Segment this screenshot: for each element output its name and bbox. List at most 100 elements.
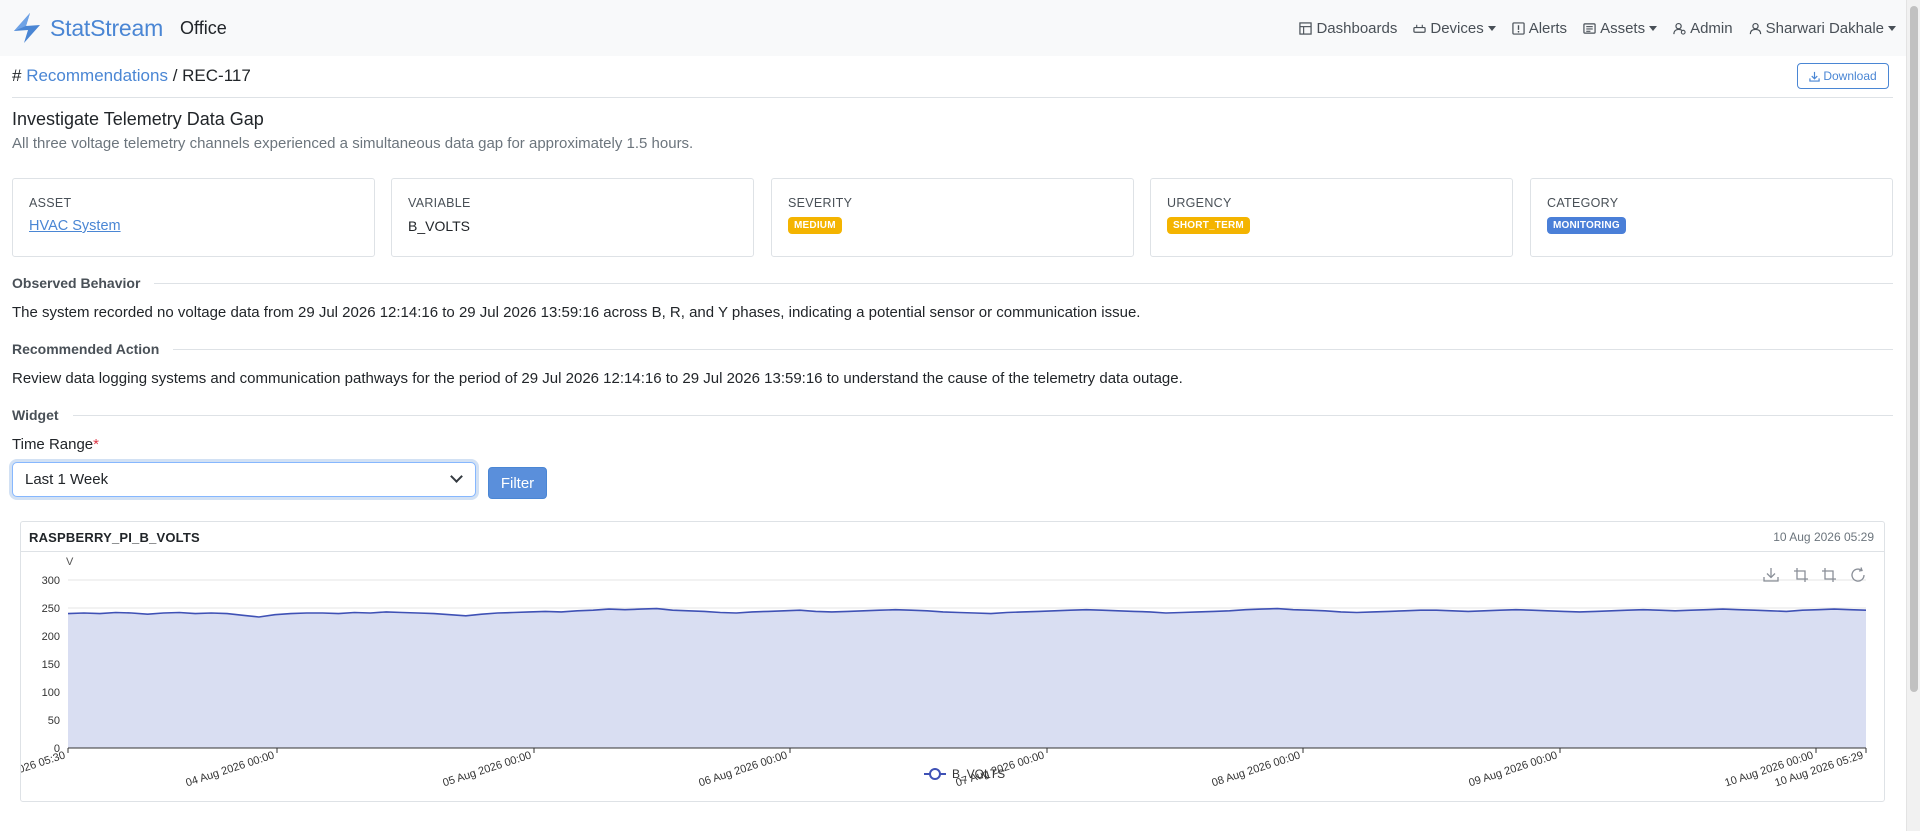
nav-devices[interactable]: Devices [1413, 19, 1496, 37]
download-icon [1763, 568, 1779, 582]
nav-user-name: Sharwari Dakhale [1765, 19, 1884, 37]
refresh-tool[interactable] [1849, 566, 1869, 586]
time-range-value: Last 1 Week [25, 471, 109, 488]
breadcrumb: # Recommendations / REC-117 [12, 66, 251, 86]
alert-icon [1512, 21, 1525, 35]
asset-label: ASSET [29, 196, 72, 210]
legend-label: B_VOLTS [952, 767, 1005, 781]
admin-icon [1673, 22, 1686, 35]
widget-timestamp: 10 Aug 2026 05:29 [1773, 530, 1874, 544]
chevron-down-icon [450, 470, 463, 483]
page-subtitle: All three voltage telemetry channels exp… [12, 135, 694, 152]
devices-icon [1413, 24, 1427, 33]
download-icon [1809, 71, 1820, 82]
download-label: Download [1823, 69, 1877, 83]
zoom-reset-tool[interactable] [1820, 566, 1840, 586]
filter-button[interactable]: Filter [488, 467, 547, 499]
time-range-label-text: Time Range [12, 436, 94, 453]
x-tick-label: 04 Aug 2026 00:00 [184, 749, 276, 789]
zoom-tool[interactable] [1792, 566, 1812, 586]
user-icon [1749, 22, 1761, 34]
nav-dashboards-label: Dashboards [1316, 19, 1398, 37]
nav-dashboards[interactable]: Dashboards [1299, 20, 1397, 37]
nav-admin[interactable]: Admin [1673, 20, 1733, 37]
legend-marker [929, 768, 941, 780]
category-badge: MONITORING [1547, 217, 1626, 234]
x-tick-label: 06 Aug 2026 00:00 [697, 749, 789, 789]
chevron-down-icon [1649, 25, 1658, 31]
chart-widget: RASPBERRY_PI_B_VOLTS 10 Aug 2026 05:29 V… [20, 521, 1885, 802]
y-tick-label: 250 [42, 603, 60, 615]
observed-behavior-heading: Observed Behavior [12, 275, 1893, 291]
nav-user-menu[interactable]: Sharwari Dakhale [1749, 20, 1896, 37]
severity-card: SEVERITY MEDIUM [771, 178, 1134, 257]
y-axis-unit-label: V [66, 556, 74, 568]
time-range-label: Time Range* [12, 436, 99, 453]
voltage-chart[interactable]: V050100150200250300026 05:30 04 Aug 2026 … [21, 552, 1884, 802]
category-label: CATEGORY [1547, 196, 1619, 210]
variable-card: VARIABLE B_VOLTS [391, 178, 754, 257]
variable-label: VARIABLE [408, 196, 471, 210]
divider [173, 348, 1893, 350]
observed-behavior-title: Observed Behavior [12, 275, 141, 291]
widget-header: RASPBERRY_PI_B_VOLTS 10 Aug 2026 05:29 [21, 522, 1884, 552]
x-tick-label: 026 05:30 [21, 749, 67, 776]
asset-card: ASSET HVAC System [12, 178, 375, 257]
series-area [68, 608, 1866, 748]
widget-title: RASPBERRY_PI_B_VOLTS [29, 530, 200, 545]
brand-name: StatStream [50, 14, 164, 41]
nav-devices-label: Devices [1430, 19, 1484, 37]
category-card: CATEGORY MONITORING [1530, 178, 1893, 257]
recommended-action-title: Recommended Action [12, 341, 160, 357]
urgency-badge: SHORT_TERM [1167, 217, 1250, 234]
nav-admin-label: Admin [1690, 19, 1733, 37]
y-tick-label: 50 [48, 715, 60, 727]
time-range-select[interactable]: Last 1 Week [12, 462, 476, 497]
download-button[interactable]: Download [1797, 63, 1889, 89]
nav-alerts[interactable]: Alerts [1512, 20, 1567, 37]
y-tick-label: 200 [42, 631, 60, 643]
x-tick-label: 05 Aug 2026 00:00 [441, 749, 533, 789]
page-title: Investigate Telemetry Data Gap [12, 109, 264, 129]
variable-value: B_VOLTS [408, 218, 470, 234]
breadcrumb-separator: / [172, 66, 178, 85]
severity-badge: MEDIUM [788, 217, 842, 234]
breadcrumb-hash: # [12, 66, 22, 85]
nav-alerts-label: Alerts [1528, 19, 1568, 37]
asset-link[interactable]: HVAC System [29, 218, 121, 234]
urgency-card: URGENCY SHORT_TERM [1150, 178, 1513, 257]
page-scrollbar[interactable] [1906, 0, 1920, 831]
divider [72, 414, 1893, 416]
recommended-action-text: Review data logging systems and communic… [12, 370, 1183, 387]
observed-behavior-text: The system recorded no voltage data from… [12, 304, 1141, 321]
zoom-reset-icon [1822, 568, 1836, 582]
nav-assets-label: Assets [1600, 19, 1646, 37]
severity-label: SEVERITY [788, 196, 853, 210]
nav-assets[interactable]: Assets [1583, 19, 1658, 37]
chevron-down-icon [1888, 25, 1896, 31]
divider [154, 282, 1893, 284]
assets-icon [1583, 22, 1596, 34]
widget-heading: Widget [12, 407, 1893, 423]
top-navbar: StatStream Office Dashboards Devices Ale… [0, 0, 1906, 56]
save-image-tool[interactable] [1762, 566, 1782, 586]
recommended-action-heading: Recommended Action [12, 341, 1893, 357]
scrollbar-thumb[interactable] [1910, 6, 1918, 692]
widget-section-title: Widget [12, 407, 59, 423]
chevron-down-icon [1487, 25, 1496, 31]
urgency-label: URGENCY [1167, 196, 1232, 210]
x-tick-label: 08 Aug 2026 00:00 [1210, 749, 1302, 789]
dashboard-icon [1299, 21, 1313, 35]
refresh-icon [1851, 567, 1865, 582]
x-tick-label: 09 Aug 2026 00:00 [1467, 749, 1559, 789]
brand[interactable]: StatStream [10, 11, 163, 45]
required-mark: * [93, 436, 99, 453]
breadcrumb-current: REC-117 [182, 66, 251, 85]
y-tick-label: 150 [42, 659, 60, 671]
y-tick-label: 300 [42, 575, 60, 587]
zoom-icon [1794, 568, 1808, 582]
nav-menu: Dashboards Devices Alerts Assets Admin S… [1283, 0, 1896, 56]
office-label: Office [180, 17, 227, 38]
breadcrumb-recommendations-link[interactable]: Recommendations [26, 66, 168, 85]
statstream-logo-icon [14, 13, 40, 43]
